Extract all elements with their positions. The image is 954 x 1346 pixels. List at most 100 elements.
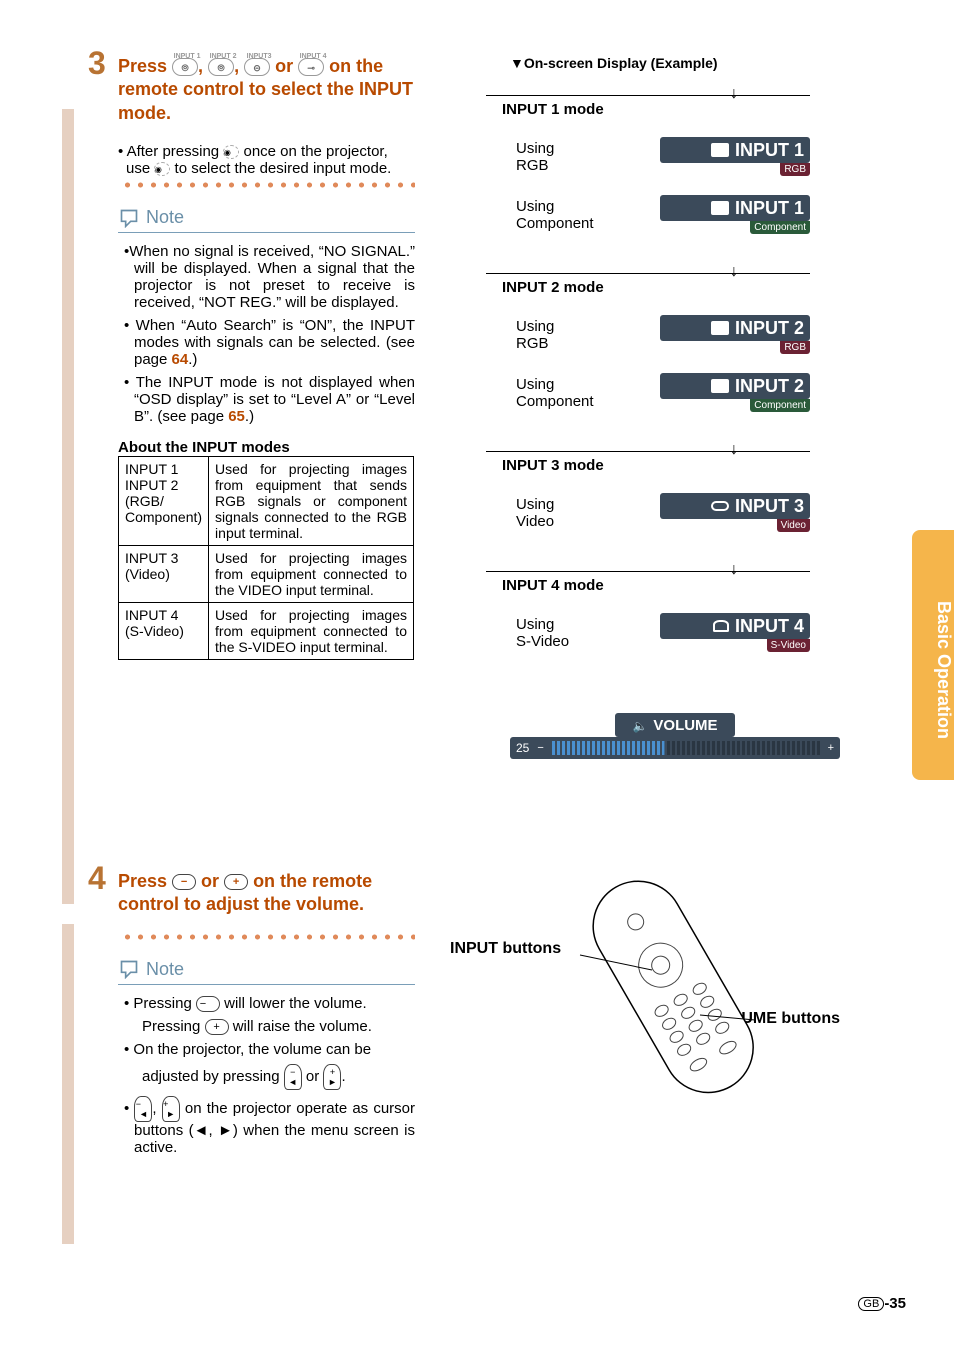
mode-group: ↓INPUT 1 modeUsingRGBINPUT 1RGBUsingComp… <box>486 85 860 255</box>
remote-svg <box>540 860 810 1100</box>
volume-osd-bar: 25 − + <box>510 737 840 759</box>
badge-sub: S-Video <box>767 639 810 652</box>
l1a: Pressing <box>133 995 196 1012</box>
osd-title-text: On-screen Display (Example) <box>524 55 718 71</box>
mode-label: INPUT 3 mode <box>494 457 612 474</box>
input3-label: INPUT3 <box>239 48 279 66</box>
mode-row: UsingVideo INPUT 3Video <box>516 493 810 533</box>
s4-line5: • −◄, +► on the projector operate as cur… <box>124 1096 415 1156</box>
vol-minus-icon-2: − <box>196 996 220 1012</box>
note2-tail: .) <box>188 351 197 368</box>
osd-badge: INPUT 1 RGB <box>660 137 810 177</box>
projector-right-btn-icon-2: +► <box>162 1096 180 1122</box>
badge-sub: Component <box>750 221 810 234</box>
mode-desc: UsingS-Video <box>516 616 569 650</box>
input4-button-icon: ⊸INPUT 4 <box>298 58 324 76</box>
step3-after-pressing: • After pressing ◉ once on the projector… <box>118 143 415 177</box>
signal-icon <box>713 620 729 632</box>
mode-label: INPUT 4 mode <box>494 577 612 594</box>
remote-illustration: INPUT buttons VOLUME buttons <box>450 870 860 1120</box>
mode-row: UsingRGB INPUT 2 RGB <box>516 315 810 355</box>
projector-left-btn-icon: −◄ <box>284 1064 302 1090</box>
l2b: will raise the volume. <box>229 1018 372 1035</box>
cell-r3c2: Used for projecting images from equipmen… <box>209 603 414 660</box>
note-label: Note <box>146 207 184 228</box>
badge-text: INPUT 2 <box>735 318 804 339</box>
volume-osd-head: VOLUME <box>615 713 735 737</box>
osd-badge: INPUT 2 RGB <box>660 315 810 355</box>
cell-r3c1: INPUT 4 (S-Video) <box>119 603 209 660</box>
badge-sub: RGB <box>780 163 810 176</box>
osd-examples: On-screen Display (Example) ↓INPUT 1 mod… <box>450 55 860 759</box>
cell-r1c2: Used for projecting images from equipmen… <box>209 457 414 546</box>
badge-sub: Component <box>750 399 810 412</box>
badge-text: INPUT 1 <box>735 140 804 161</box>
table-row: INPUT 3 (Video)Used for projecting image… <box>119 546 414 603</box>
signal-icon <box>711 321 729 335</box>
page-num-value: -35 <box>884 1295 906 1312</box>
osd-badge: INPUT 3Video <box>660 493 810 533</box>
step-bar-4 <box>62 924 74 1244</box>
s4-line3: • On the projector, the volume can be <box>124 1041 415 1058</box>
osd-badge: INPUT 2 Component <box>660 373 810 413</box>
note-icon-4 <box>118 959 140 979</box>
step-bar <box>62 109 74 904</box>
badge-sub: RGB <box>780 341 810 354</box>
mode-row: UsingComponent INPUT 2 Component <box>516 373 810 413</box>
vol-value: 25 <box>516 741 529 755</box>
s4-or: or <box>196 871 224 891</box>
step-4-block: 4 Press − or + on the remote control to … <box>70 870 415 1162</box>
l3: On the projector, the volume can be <box>133 1041 371 1058</box>
badge-text: INPUT 2 <box>735 376 804 397</box>
input2-label: INPUT 2 <box>203 48 243 66</box>
mode-desc: UsingRGB <box>516 318 554 352</box>
mode-group: ↓INPUT 4 modeUsingS-VideoINPUT 4S-Video <box>486 561 860 653</box>
volume-osd: VOLUME 25 − + <box>510 713 840 759</box>
cell-r2c2: Used for projecting images from equipmen… <box>209 546 414 603</box>
projector-input-icon: ◉ <box>223 145 239 159</box>
mode-desc: UsingVideo <box>516 496 554 530</box>
note-icon <box>118 208 140 228</box>
step3-pre: Press <box>118 56 172 76</box>
projector-right-btn-icon: +► <box>323 1064 341 1090</box>
signal-icon <box>711 143 729 157</box>
table-row: INPUT 1 INPUT 2 (RGB/ Component)Used for… <box>119 457 414 546</box>
s4-line4: adjusted by pressing −◄ or +►. <box>124 1064 415 1090</box>
note-heading: Note <box>118 207 415 233</box>
mode-label: INPUT 1 mode <box>494 101 612 118</box>
s4-line1: • Pressing − will lower the volume. <box>124 995 415 1012</box>
l5c: , <box>208 1122 218 1139</box>
speaker-icon <box>632 717 647 734</box>
note3-tail: .) <box>245 408 254 425</box>
badge-text: INPUT 3 <box>735 496 804 517</box>
vol-label: VOLUME <box>653 717 717 734</box>
signal-icon <box>711 379 729 393</box>
note3-text: The INPUT mode is not displayed when “OS… <box>134 374 415 425</box>
input-modes-table: INPUT 1 INPUT 2 (RGB/ Component)Used for… <box>118 456 414 660</box>
page-number: GB-35 <box>858 1295 906 1312</box>
table-caption: About the INPUT modes <box>118 439 415 456</box>
vol-plus-icon: + <box>224 874 248 890</box>
input3-button-icon: ⊝INPUT3 <box>244 58 270 76</box>
note-item-1: •When no signal is received, “NO SIGNAL.… <box>124 243 415 311</box>
region-badge: GB <box>858 1297 884 1311</box>
s4-pre: Press <box>118 871 172 891</box>
mode-desc: UsingComponent <box>516 376 594 410</box>
osd-title: On-screen Display (Example) <box>510 55 860 71</box>
vol-plus-icon-2: + <box>205 1019 229 1035</box>
l4c: . <box>341 1068 345 1085</box>
cell-r2c1: INPUT 3 (Video) <box>119 546 209 603</box>
volume-bars <box>552 741 820 755</box>
vol-minus-icon: − <box>172 874 196 890</box>
step-3-title: Press ⦾INPUT 1, ⦾INPUT 2, ⊝INPUT3 or ⊸IN… <box>118 55 415 125</box>
page-link-65: 65 <box>228 408 245 425</box>
mode-row: UsingS-Video INPUT 4 S-Video <box>516 613 810 653</box>
badge-text: INPUT 4 <box>735 616 804 637</box>
step-4-title: Press − or + on the remote control to ad… <box>118 870 415 917</box>
mode-row: UsingRGBINPUT 1RGB <box>516 137 810 177</box>
vol-minus-sign: − <box>537 742 543 754</box>
input4-label: INPUT 4 <box>293 48 333 66</box>
l4b: or <box>302 1068 324 1085</box>
s4-line2: Pressing + will raise the volume. <box>124 1018 415 1035</box>
after-c: to select the desired input mode. <box>170 160 391 177</box>
